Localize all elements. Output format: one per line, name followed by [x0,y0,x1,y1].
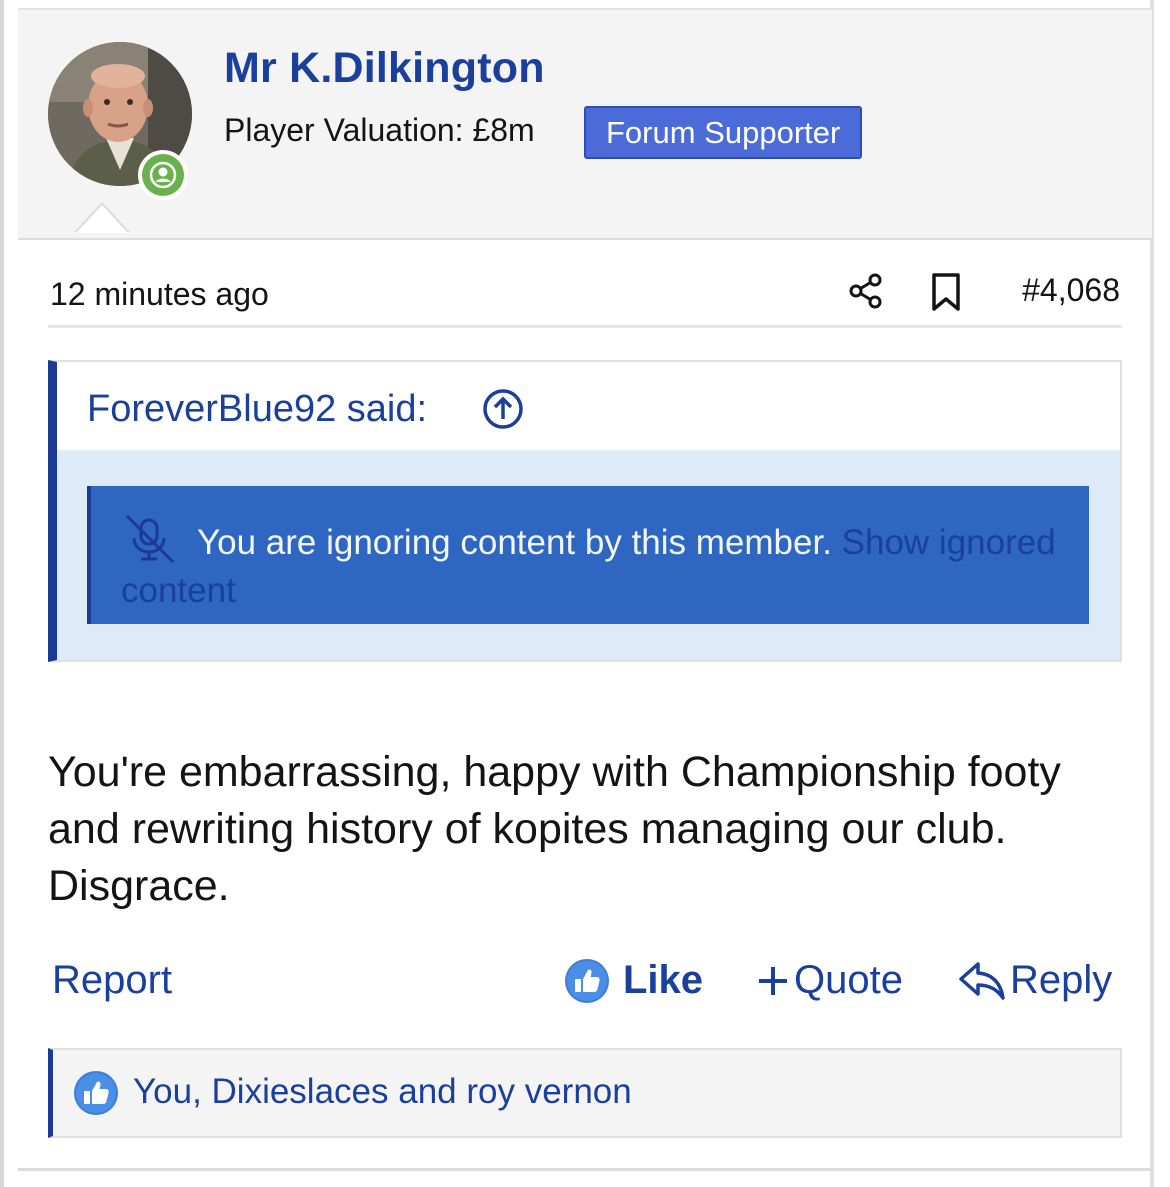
reply-button[interactable]: Reply [1010,958,1112,1003]
reactions-list[interactable]: You, Dixieslaces and roy vernon [133,1072,632,1112]
post-meta: 12 minutes ago #4,068 [48,268,1122,328]
online-status-badge [138,150,188,200]
arrow-up-circle-icon[interactable] [482,388,524,430]
post-actions: Report Like Quote Reply [48,950,1122,1016]
header-pointer [74,202,130,233]
post-number[interactable]: #4,068 [1022,272,1120,309]
share-icon[interactable] [848,272,886,310]
forum-supporter-badge: Forum Supporter [584,106,863,159]
like-icon[interactable] [564,958,610,1004]
reactions-bar[interactable]: You, Dixieslaces and roy vernon [48,1048,1122,1138]
ignored-message: You are ignoring content by this member. [197,523,832,562]
like-reaction-icon [74,1071,118,1115]
user-header: Mr K.Dilkington Player Valuation: £8m Fo… [18,8,1152,240]
plus-icon[interactable] [756,964,790,998]
page-border-left [0,0,4,1187]
microphone-muted-icon [125,514,175,564]
ignored-content-notice: You are ignoring content by this member.… [87,486,1089,624]
bookmark-icon[interactable] [928,272,964,312]
quote-button[interactable]: Quote [794,958,903,1003]
player-valuation: Player Valuation: £8m [224,112,535,148]
quote-author[interactable]: ForeverBlue92 said: [87,388,427,431]
reply-icon[interactable] [958,960,1006,1002]
post-timestamp[interactable]: 12 minutes ago [50,276,269,313]
like-button[interactable]: Like [623,958,703,1003]
quote-header: ForeverBlue92 said: [57,362,1120,450]
report-button[interactable]: Report [52,958,172,1003]
post-divider [18,1168,1152,1171]
quote-block: ForeverBlue92 said: You are ignoring con… [48,360,1122,662]
username-link[interactable]: Mr K.Dilkington [224,44,545,93]
post-body: You're embarrassing, happy with Champion… [48,748,1061,910]
user-online-icon [149,161,177,189]
